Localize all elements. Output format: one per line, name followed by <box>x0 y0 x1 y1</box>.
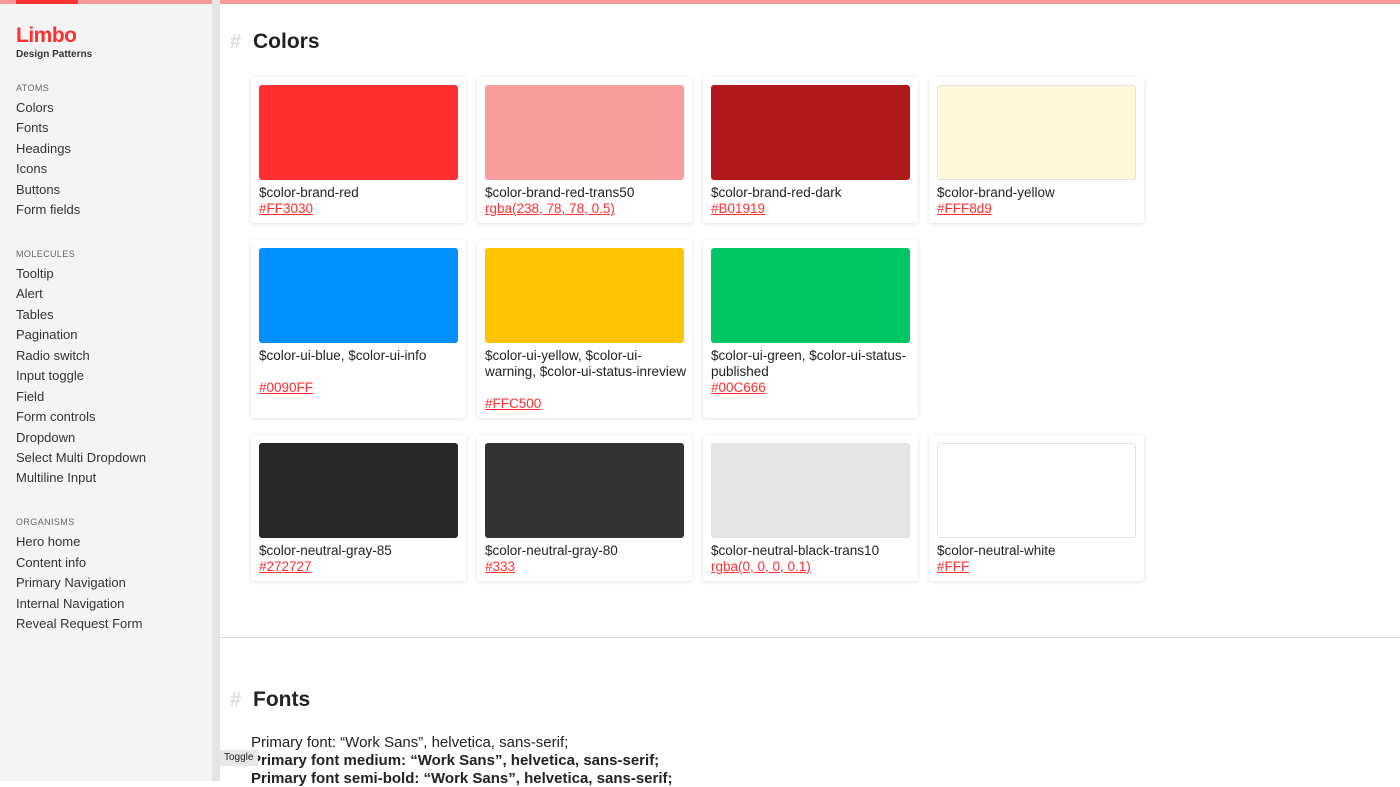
nav-item-tables[interactable]: Tables <box>16 307 54 322</box>
color-name: $color-neutral-black-trans10 <box>711 543 880 558</box>
color-value-link[interactable]: #00C666 <box>711 380 766 396</box>
color-value-link[interactable]: #FFC500 <box>485 396 541 412</box>
color-name: $color-neutral-gray-85 <box>259 543 392 558</box>
color-value-link[interactable]: #FFF8d9 <box>937 201 992 217</box>
nav-item-tooltip[interactable]: Tooltip <box>16 266 54 281</box>
logo-subtitle: Design Patterns <box>16 49 93 60</box>
color-swatch <box>937 443 1136 538</box>
color-swatch <box>259 248 458 343</box>
nav-item-reveal-request-form[interactable]: Reveal Request Form <box>16 616 142 631</box>
color-swatch <box>259 443 458 538</box>
nav-section-atoms: ATOMS <box>16 83 50 93</box>
section-divider <box>220 637 1400 638</box>
fonts-heading: Fonts <box>253 688 311 711</box>
logo[interactable]: Limbo <box>16 24 77 48</box>
nav-section-organisms: ORGANISMS <box>16 517 75 527</box>
nav-section-molecules: MOLECULES <box>16 249 76 259</box>
nav-item-dropdown[interactable]: Dropdown <box>16 430 75 445</box>
nav-item-alert[interactable]: Alert <box>16 286 43 301</box>
color-swatch <box>937 85 1136 180</box>
color-value-link[interactable]: #B01919 <box>711 201 765 217</box>
nav-item-multiline-input[interactable]: Multiline Input <box>16 470 96 485</box>
nav-item-primary-navigation[interactable]: Primary Navigation <box>16 575 126 590</box>
nav-item-input-toggle[interactable]: Input toggle <box>16 368 84 383</box>
color-value-link[interactable]: #333 <box>485 559 515 575</box>
nav-item-radio-switch[interactable]: Radio switch <box>16 348 90 363</box>
nav-item-internal-navigation[interactable]: Internal Navigation <box>16 596 124 611</box>
sidebar: Limbo Design Patterns ATOMS Colors Fonts… <box>0 4 212 781</box>
color-value-link[interactable]: #272727 <box>259 559 312 575</box>
color-card-brand-red: $color-brand-red #FF3030 <box>251 77 466 223</box>
nav-item-form-fields[interactable]: Form fields <box>16 202 80 217</box>
font-line-primary-semibold: Primary font semi-bold: “Work Sans”, hel… <box>251 770 673 787</box>
color-card-ui-yellow: $color-ui-yellow, $color-ui-warning, $co… <box>477 240 692 418</box>
color-name: $color-ui-blue, $color-ui-info <box>259 348 427 363</box>
fonts-anchor-link[interactable]: # <box>230 689 241 712</box>
color-card-brand-red-dark: $color-brand-red-dark #B01919 <box>703 77 918 223</box>
nav-item-buttons[interactable]: Buttons <box>16 182 60 197</box>
color-card-neutral-gray-80: $color-neutral-gray-80 #333 <box>477 435 692 581</box>
color-swatch <box>485 85 684 180</box>
color-swatch <box>711 85 910 180</box>
color-card-brand-yellow: $color-brand-yellow #FFF8d9 <box>929 77 1144 223</box>
color-value-link[interactable]: #0090FF <box>259 380 313 396</box>
color-swatch <box>711 443 910 538</box>
color-name: $color-brand-red <box>259 185 359 200</box>
color-swatch <box>711 248 910 343</box>
color-name: $color-brand-red-dark <box>711 185 842 200</box>
font-line-primary: Primary font: “Work Sans”, helvetica, sa… <box>251 734 569 751</box>
main-content: # Colors $color-brand-red #FF3030 $color… <box>220 4 1400 787</box>
color-name: $color-brand-yellow <box>937 185 1055 200</box>
sidebar-toggle-button[interactable]: Toggle <box>220 750 258 766</box>
colors-anchor-link[interactable]: # <box>230 31 241 54</box>
nav-item-form-controls[interactable]: Form controls <box>16 409 95 424</box>
color-swatch <box>259 85 458 180</box>
color-swatch <box>485 248 684 343</box>
color-card-ui-green: $color-ui-green, $color-ui-status-publis… <box>703 240 918 418</box>
colors-heading: Colors <box>253 30 320 53</box>
color-card-ui-blue: $color-ui-blue, $color-ui-info #0090FF <box>251 240 466 418</box>
color-name: $color-brand-red-trans50 <box>485 185 635 200</box>
color-value-link[interactable]: rgba(238, 78, 78, 0.5) <box>485 201 615 217</box>
color-card-neutral-white: $color-neutral-white #FFF <box>929 435 1144 581</box>
nav-item-icons[interactable]: Icons <box>16 161 47 176</box>
color-value-link[interactable]: rgba(0, 0, 0, 0.1) <box>711 559 811 575</box>
color-card-neutral-gray-85: $color-neutral-gray-85 #272727 <box>251 435 466 581</box>
color-name: $color-neutral-gray-80 <box>485 543 618 558</box>
nav-item-pagination[interactable]: Pagination <box>16 327 77 342</box>
nav-item-hero-home[interactable]: Hero home <box>16 534 80 549</box>
nav-item-content-info[interactable]: Content info <box>16 555 86 570</box>
color-card-neutral-black-trans10: $color-neutral-black-trans10 rgba(0, 0, … <box>703 435 918 581</box>
font-line-primary-medium: Primary font medium: “Work Sans”, helvet… <box>251 752 660 769</box>
color-swatch <box>485 443 684 538</box>
nav-item-field[interactable]: Field <box>16 389 44 404</box>
color-value-link[interactable]: #FF3030 <box>259 201 313 217</box>
nav-item-colors[interactable]: Colors <box>16 100 54 115</box>
color-name: $color-ui-yellow, $color-ui-warning, $co… <box>485 348 687 379</box>
nav-item-fonts[interactable]: Fonts <box>16 120 49 135</box>
color-value-link[interactable]: #FFF <box>937 559 969 575</box>
sidebar-divider <box>212 0 220 781</box>
color-card-brand-red-trans50: $color-brand-red-trans50 rgba(238, 78, 7… <box>477 77 692 223</box>
nav-item-headings[interactable]: Headings <box>16 141 71 156</box>
color-name: $color-neutral-white <box>937 543 1056 558</box>
color-name: $color-ui-green, $color-ui-status-publis… <box>711 348 907 379</box>
nav-item-select-multi-dropdown[interactable]: Select Multi Dropdown <box>16 450 146 465</box>
